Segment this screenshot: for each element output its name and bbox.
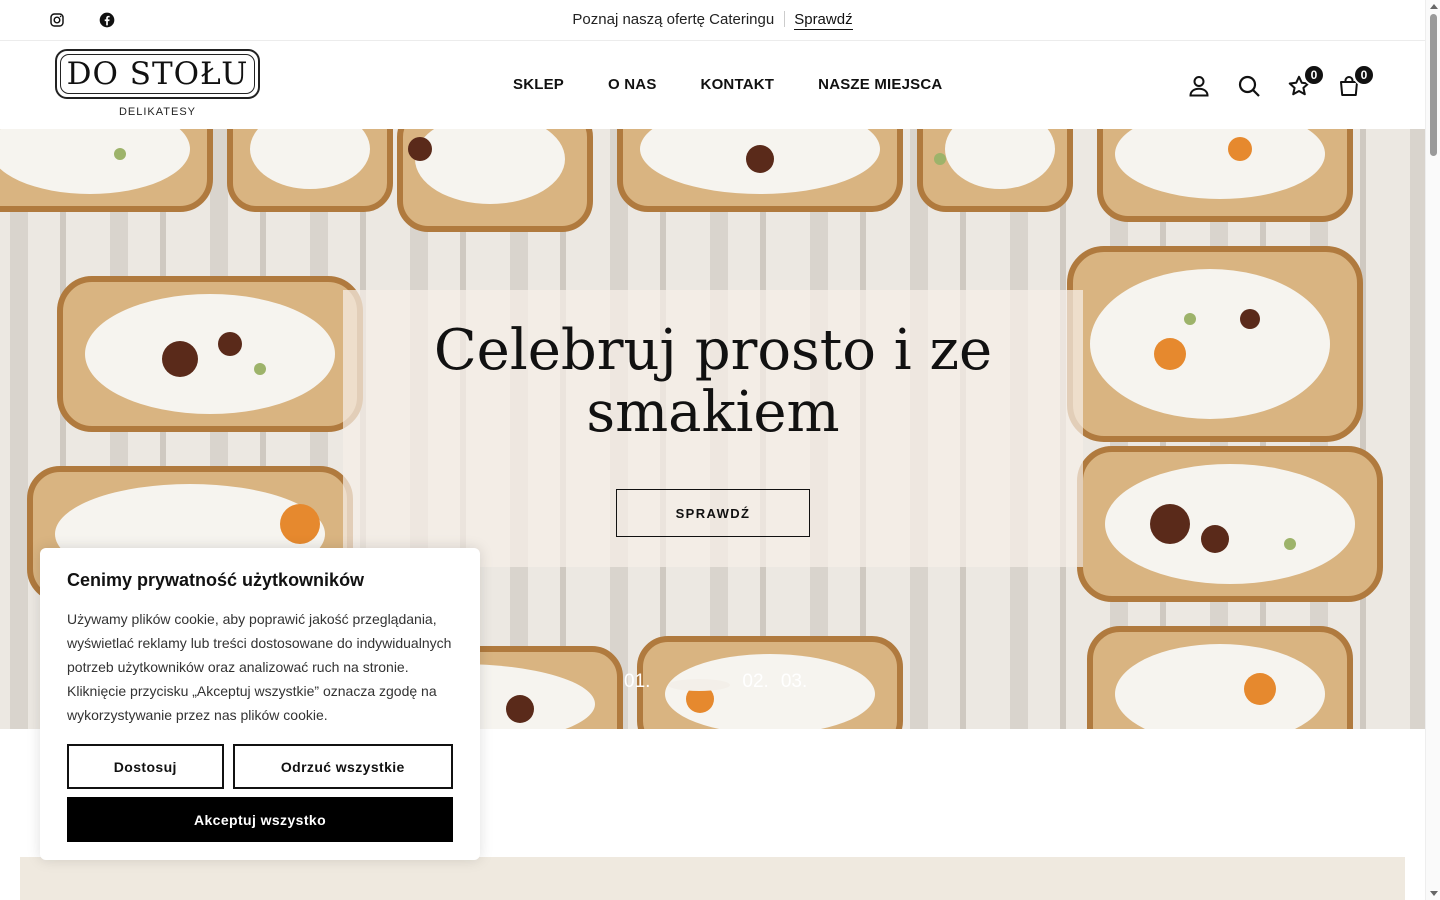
cookie-description: Używamy plików cookie, aby poprawić jako… [67, 611, 452, 723]
content-section-band [20, 857, 1405, 900]
nav-item-locations[interactable]: NASZE MIEJSCA [818, 76, 942, 93]
wishlist-count-badge: 0 [1303, 64, 1325, 86]
cookie-consent-dialog: Cenimy prywatność użytkowników Używamy p… [40, 548, 480, 860]
main-nav: SKLEP O NAS KONTAKT NASZE MIEJSCA [513, 76, 942, 93]
scroll-thumb[interactable] [1430, 14, 1437, 156]
cookie-button-row: Dostosuj Odrzuć wszystkie [67, 744, 453, 789]
promo-text: Poznaj naszą ofertę Cateringu [572, 11, 775, 28]
catering-promo: Poznaj naszą ofertę Cateringu Sprawdź [0, 11, 1425, 30]
nav-item-about[interactable]: O NAS [608, 76, 657, 93]
top-bar: Poznaj naszą ofertę Cateringu Sprawdź [0, 0, 1425, 41]
account-icon[interactable] [1187, 74, 1211, 98]
logo-title: DO STOŁU [66, 56, 249, 92]
cart-bag-icon[interactable]: 0 [1337, 64, 1375, 98]
slide-2-button[interactable]: 02. [742, 671, 768, 693]
cookie-reject-button[interactable]: Odrzuć wszystkie [232, 744, 453, 789]
promo-divider [784, 11, 786, 27]
hero-cta-button[interactable]: SPRAWDŹ [616, 489, 810, 537]
scroll-up-arrow[interactable] [1430, 4, 1438, 9]
cookie-accept-button[interactable]: Akceptuj wszystko [67, 797, 453, 842]
search-icon[interactable] [1237, 74, 1261, 98]
slide-3-button[interactable]: 03. [781, 671, 807, 693]
page-scrollbar[interactable] [1425, 0, 1440, 900]
slide-1-button[interactable]: 01. [624, 671, 650, 693]
logo-frame: DO STOŁU [55, 49, 260, 99]
nav-item-contact[interactable]: KONTAKT [701, 76, 775, 93]
logo-subtitle: DELIKATESY [118, 106, 197, 118]
site-header: DO STOŁU DELIKATESY SKLEP O NAS KONTAKT … [0, 41, 1425, 129]
wishlist-star-icon[interactable]: 0 [1287, 64, 1325, 98]
cookie-title: Cenimy prywatność użytkowników [67, 570, 365, 590]
cart-count-badge: 0 [1353, 64, 1375, 86]
cookie-customize-button[interactable]: Dostosuj [67, 744, 224, 789]
promo-link[interactable]: Sprawdź [794, 11, 853, 30]
scroll-down-arrow[interactable] [1430, 891, 1438, 896]
slide-progress-bar [668, 679, 731, 691]
hero-card: Celebruj prosto i ze smakiem SPRAWDŹ [343, 290, 1083, 567]
nav-item-shop[interactable]: SKLEP [513, 76, 564, 93]
slider-pagination: 01. 02. 03. [624, 671, 807, 693]
site-logo[interactable]: DO STOŁU DELIKATESY [55, 49, 260, 118]
hero-title: Celebruj prosto i ze smakiem [433, 318, 993, 445]
